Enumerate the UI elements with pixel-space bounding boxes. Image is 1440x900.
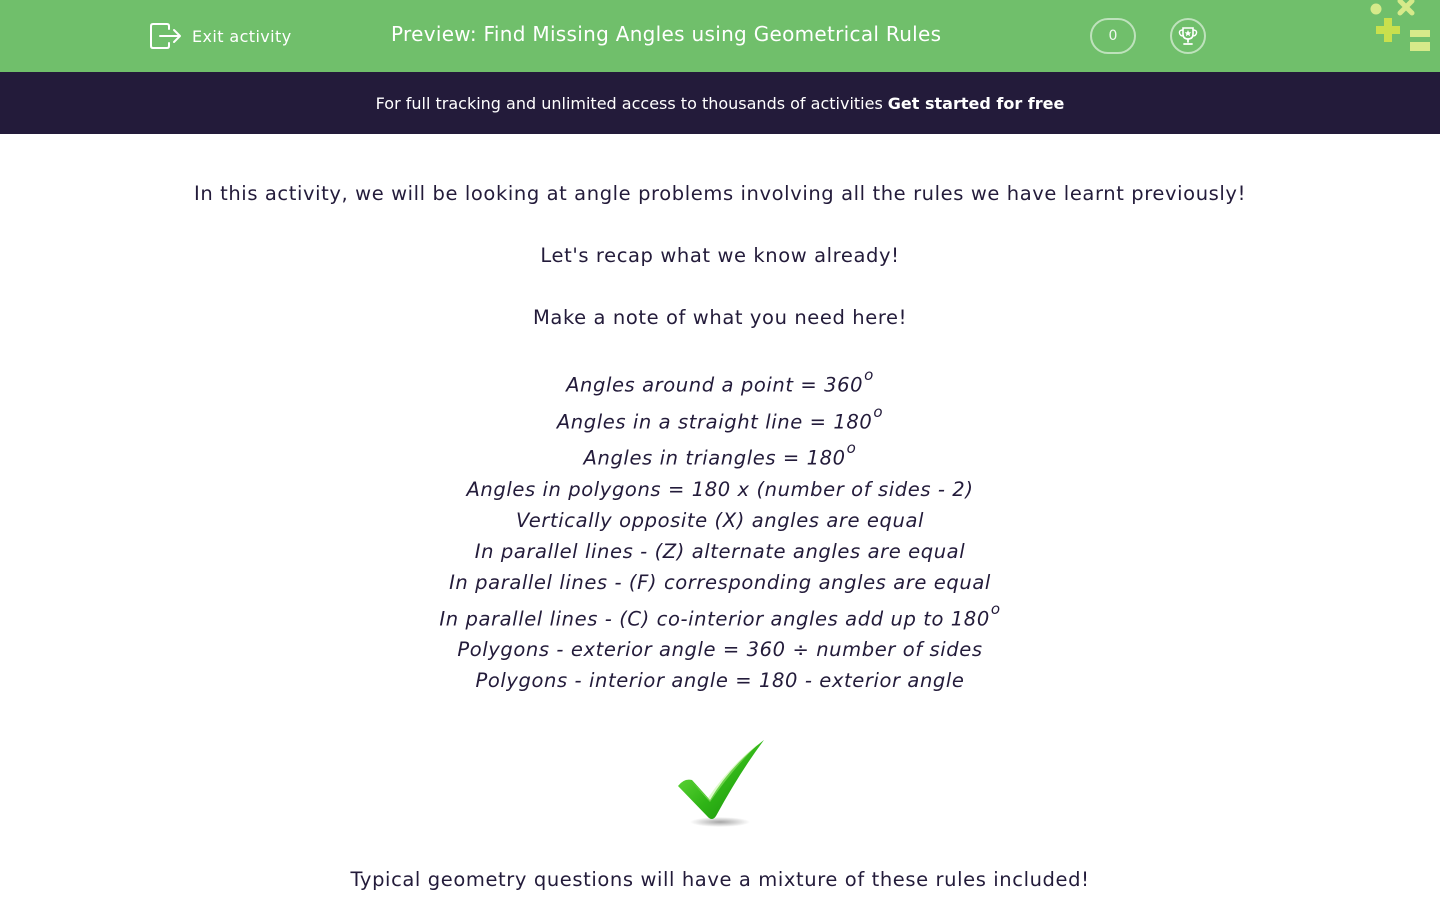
- rule-item: Angles in a straight line = 180o: [556, 402, 884, 434]
- rule-item: Polygons - interior angle = 180 - exteri…: [475, 669, 965, 692]
- top-bar: Exit activity Preview: Find Missing Angl…: [0, 0, 1440, 72]
- outro-text: Typical geometry questions will have a m…: [350, 868, 1090, 891]
- exit-activity-button[interactable]: Exit activity: [149, 20, 292, 52]
- intro-text: In this activity, we will be looking at …: [193, 182, 1246, 205]
- note-text: Make a note of what you need here!: [532, 306, 908, 329]
- brand-logo: [1370, 0, 1430, 51]
- promo-banner: For full tracking and unlimited access t…: [0, 72, 1440, 134]
- exit-activity-label: Exit activity: [192, 26, 292, 46]
- checkmark-icon: [678, 740, 764, 827]
- activity-content: In this activity, we will be looking at …: [0, 178, 1440, 895]
- get-started-link[interactable]: Get started for free: [888, 94, 1065, 113]
- rule-item: In parallel lines - (C) co-interior angl…: [439, 599, 1001, 631]
- rule-item: Angles around a point = 360o: [566, 366, 874, 397]
- rule-item: Vertically opposite (X) angles are equal: [515, 508, 925, 532]
- rule-item: In parallel lines - (Z) alternate angles…: [474, 539, 966, 563]
- checkmark-image: [670, 736, 770, 832]
- page-title: Preview: Find Missing Angles using Geome…: [391, 22, 942, 46]
- rule-item: In parallel lines - (F) corresponding an…: [449, 570, 991, 594]
- rules-list: Angles around a point = 360o Angles in a…: [0, 364, 1440, 696]
- rule-item: Angles in triangles = 180o: [583, 439, 857, 470]
- rule-item: Angles in polygons = 180 x (number of si…: [466, 477, 974, 501]
- promo-text: For full tracking and unlimited access t…: [375, 93, 883, 113]
- score-badge: 0: [1090, 18, 1136, 54]
- rule-item: Polygons - exterior angle = 360 ÷ number…: [457, 638, 983, 661]
- trophy-button[interactable]: [1170, 18, 1206, 54]
- trophy-icon: [1178, 27, 1198, 45]
- recap-text: Let's recap what we know already!: [540, 244, 900, 267]
- exit-icon: [150, 23, 181, 49]
